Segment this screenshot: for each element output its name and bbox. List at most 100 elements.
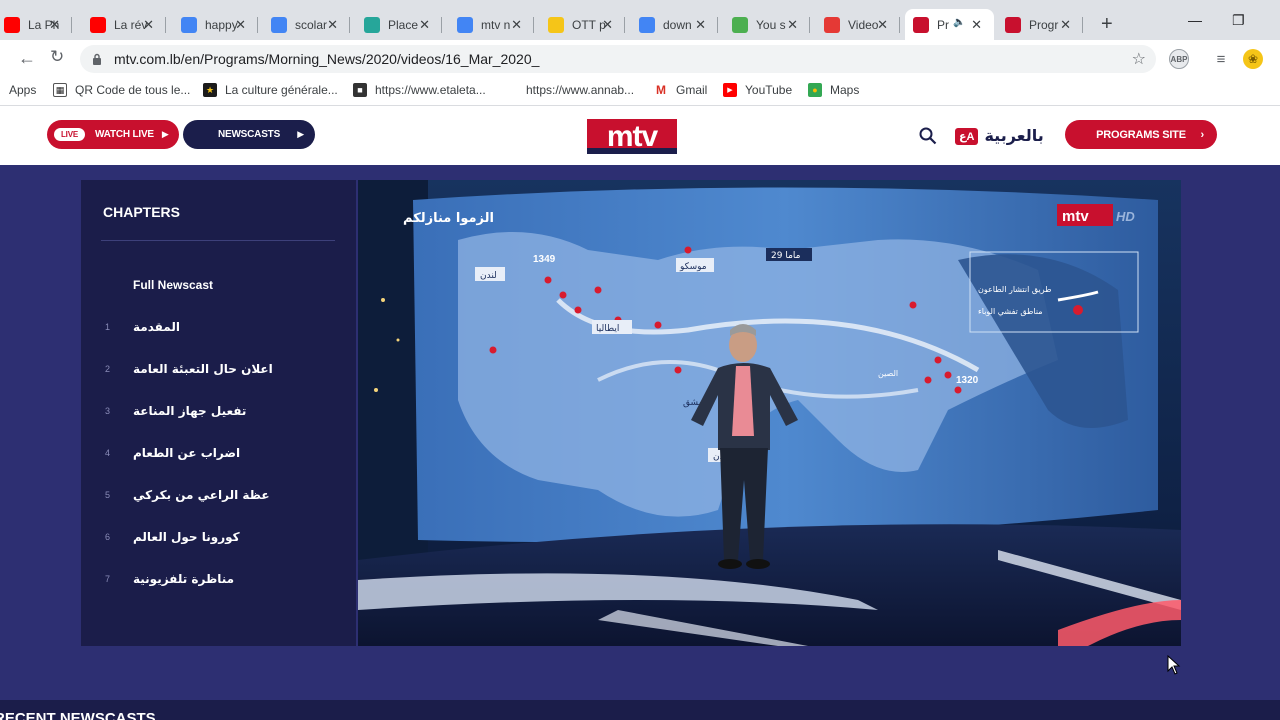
newscasts-button[interactable]: NEWSCASTS ▶ bbox=[183, 120, 315, 149]
mtv-logo[interactable]: mtv bbox=[587, 119, 677, 154]
minimize-icon[interactable]: — bbox=[1188, 12, 1202, 28]
close-tab-icon[interactable]: ✕ bbox=[1060, 17, 1071, 33]
chapter-label: كورونا حول العالم bbox=[133, 530, 240, 544]
restore-icon[interactable]: ❐ bbox=[1232, 12, 1245, 29]
blank-page-icon bbox=[504, 83, 518, 97]
browser-toolbar: ← ↻ mtv.com.lb/en/Programs/Morning_News/… bbox=[0, 40, 1280, 78]
watch-live-button[interactable]: LIVE WATCH LIVE ▶ bbox=[47, 120, 179, 149]
newscasts-label: NEWSCASTS bbox=[217, 129, 281, 140]
mtv-icon bbox=[913, 16, 929, 33]
video-player[interactable]: 1349 1320 لندن موسكو ايطاليا دمشق عدن ال… bbox=[358, 180, 1181, 646]
chapter-label: اضراب عن الطعام bbox=[133, 446, 241, 460]
chapter-number: 4 bbox=[105, 448, 111, 458]
close-tab-icon[interactable]: ✕ bbox=[971, 17, 982, 33]
close-tab-icon[interactable]: ✕ bbox=[49, 17, 60, 33]
bookmark-gmail[interactable]: M Gmail bbox=[654, 83, 707, 97]
cloud-icon bbox=[824, 16, 840, 33]
mtv-icon bbox=[1005, 16, 1021, 33]
map-label-1349: 1349 bbox=[533, 254, 556, 265]
chapter-number: 1 bbox=[105, 322, 111, 332]
tab-separator bbox=[71, 17, 72, 33]
browser-tab[interactable]: La rév ✕ bbox=[82, 9, 166, 40]
programs-site-button[interactable]: PROGRAMS SITE › bbox=[1065, 120, 1217, 149]
close-tab-icon[interactable]: ✕ bbox=[327, 17, 338, 33]
close-tab-icon[interactable]: ✕ bbox=[511, 17, 522, 33]
chapter-item[interactable]: 5 عظة الراعي من بكركي bbox=[81, 474, 356, 516]
bookmark-qr[interactable]: ▦ QR Code de tous le... bbox=[53, 83, 190, 97]
chapter-item[interactable]: 4 اضراب عن الطعام bbox=[81, 432, 356, 474]
arabic-language-link[interactable]: عA بالعربية bbox=[955, 126, 1044, 146]
map-label-italy: ايطاليا bbox=[596, 324, 619, 334]
media-queue-icon[interactable]: ≡ bbox=[1211, 49, 1231, 69]
bookmark-star-icon[interactable]: ☆ bbox=[1132, 49, 1146, 69]
gmail-icon: M bbox=[654, 83, 668, 97]
address-bar[interactable]: mtv.com.lb/en/Programs/Morning_News/2020… bbox=[80, 45, 1156, 73]
close-tab-icon[interactable]: ✕ bbox=[143, 17, 154, 33]
tab-separator bbox=[809, 17, 810, 33]
chapter-item[interactable]: 7 مناظرة تلفزيونية bbox=[81, 558, 356, 600]
watermark-hd: HD bbox=[1116, 209, 1135, 224]
tab-title: Pr bbox=[937, 17, 949, 32]
legend-line-2: مناطق تفشي الوباء bbox=[978, 307, 1043, 316]
browser-tab[interactable]: La Ph ✕ bbox=[0, 9, 72, 40]
audio-playing-icon[interactable]: 🔈 bbox=[953, 17, 965, 28]
reload-icon[interactable]: ↻ bbox=[50, 47, 64, 67]
bookmark-youtube[interactable]: ▶ YouTube bbox=[723, 83, 792, 97]
chapter-item[interactable]: 6 كورونا حول العالم bbox=[81, 516, 356, 558]
tab-separator bbox=[349, 17, 350, 33]
browser-tab[interactable]: happy ✕ bbox=[173, 9, 258, 40]
maps-icon: ● bbox=[808, 83, 822, 97]
programs-site-label: PROGRAMS SITE bbox=[1096, 128, 1186, 141]
back-icon[interactable]: ← bbox=[18, 48, 36, 69]
browser-tab[interactable]: Place ✕ bbox=[356, 9, 442, 40]
chapter-item[interactable]: Full Newscast bbox=[81, 264, 356, 306]
chapters-panel: CHAPTERS Full Newscast 1 المقدمة 2 اعلان حال… bbox=[81, 180, 356, 646]
arabic-label: بالعربية bbox=[984, 128, 1044, 145]
close-tab-icon[interactable]: ✕ bbox=[602, 17, 613, 33]
close-tab-icon[interactable]: ✕ bbox=[877, 17, 888, 33]
browser-tab[interactable]: Progr ✕ bbox=[997, 9, 1083, 40]
profile-avatar[interactable]: ❀ bbox=[1243, 49, 1263, 69]
browser-tab[interactable]: mtv n ✕ bbox=[449, 9, 534, 40]
video-section: CHAPTERS Full Newscast 1 المقدمة 2 اعلان حال… bbox=[0, 165, 1280, 700]
chapter-item[interactable]: 3 تفعيل جهاز المناعة bbox=[81, 390, 356, 432]
site-icon: ■ bbox=[353, 83, 367, 97]
chapter-item[interactable]: 2 اعلان حال التعبئة العامة bbox=[81, 348, 356, 390]
close-tab-icon[interactable]: ✕ bbox=[787, 17, 798, 33]
close-tab-icon[interactable]: ✕ bbox=[235, 17, 246, 33]
tab-separator bbox=[441, 17, 442, 33]
bookmark-apps[interactable]: Apps bbox=[0, 83, 36, 97]
bookmark-culture[interactable]: ★ La culture générale... bbox=[203, 83, 338, 97]
google-icon bbox=[639, 16, 655, 33]
browser-tab[interactable]: OTT p ✕ bbox=[540, 9, 625, 40]
chapter-number: 3 bbox=[105, 406, 111, 416]
chapter-item[interactable]: 1 المقدمة bbox=[81, 306, 356, 348]
live-badge: LIVE bbox=[54, 128, 85, 141]
browser-tab[interactable]: You s ✕ bbox=[724, 9, 810, 40]
bookmark-maps[interactable]: ● Maps bbox=[808, 83, 859, 97]
map-label-london: لندن bbox=[480, 271, 497, 281]
new-tab-button[interactable]: + bbox=[1101, 13, 1113, 36]
globe-icon bbox=[364, 16, 380, 33]
adblock-extension-icon[interactable]: ABP bbox=[1169, 49, 1189, 69]
browser-tab[interactable]: scolar ✕ bbox=[263, 9, 350, 40]
search-icon[interactable] bbox=[919, 127, 937, 145]
browser-tab[interactable]: Video ✕ bbox=[816, 9, 900, 40]
recent-newscasts-section: RECENT NEWSCASTS bbox=[0, 700, 1280, 720]
grid-icon bbox=[732, 16, 748, 33]
chapter-label: تفعيل جهاز المناعة bbox=[133, 404, 247, 418]
close-tab-icon[interactable]: ✕ bbox=[419, 17, 430, 33]
tab-separator bbox=[533, 17, 534, 33]
browser-tab[interactable]: Pr 🔈 ✕ bbox=[905, 9, 994, 40]
tab-strip: La Ph ✕ La rév ✕ happy ✕ scolar ✕ Place ✕ mtv n ✕ OT… bbox=[0, 0, 1280, 44]
bookmarks-bar: Apps ▦ QR Code de tous le... ★ La cultur… bbox=[0, 78, 1280, 106]
bookmark-etaleta[interactable]: ■ https://www.etaleta... bbox=[353, 83, 486, 97]
legend-line-1: طريق انتشار الطاعون bbox=[978, 285, 1052, 294]
arabic-tag: عA bbox=[955, 127, 979, 145]
bookmark-annab[interactable]: https://www.annab... bbox=[504, 83, 634, 97]
chapter-number: 5 bbox=[105, 490, 111, 500]
close-tab-icon[interactable]: ✕ bbox=[695, 17, 706, 33]
browser-tab[interactable]: down ✕ bbox=[631, 9, 718, 40]
chapters-heading: CHAPTERS bbox=[103, 204, 181, 220]
chapter-label: مناظرة تلفزيونية bbox=[133, 572, 235, 586]
